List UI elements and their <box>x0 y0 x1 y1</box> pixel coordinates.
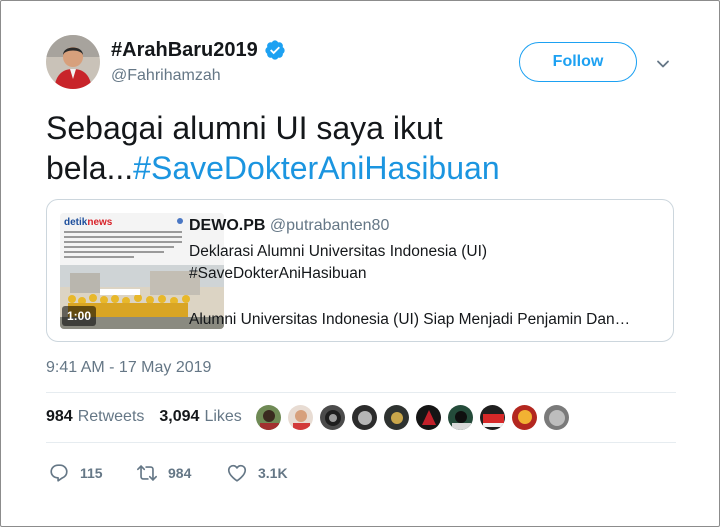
reply-icon <box>50 464 68 482</box>
liker-avatar[interactable] <box>447 404 474 431</box>
avatar[interactable] <box>46 35 100 89</box>
quoted-tweet-header: DEWO.PB @putrabanten80 <box>189 217 389 235</box>
liker-avatar[interactable] <box>511 404 538 431</box>
divider <box>46 442 676 443</box>
retweet-count: 984 <box>168 465 192 481</box>
liker-avatar[interactable] <box>319 404 346 431</box>
liker-avatar[interactable] <box>543 404 570 431</box>
display-name[interactable]: #ArahBaru2019 <box>111 39 258 62</box>
retweet-button[interactable]: 984 <box>136 462 191 484</box>
reply-count: 115 <box>80 465 103 481</box>
video-duration: 1:00 <box>66 309 92 323</box>
quoted-line-2: #SaveDokterAniHasibuan <box>189 265 367 282</box>
likes-label[interactable]: Likes <box>204 408 241 426</box>
quoted-display-name: DEWO.PB <box>189 217 266 234</box>
hashtag-link[interactable]: #SaveDokterAniHasibuan <box>133 150 499 186</box>
like-button[interactable]: 3.1K <box>226 462 288 484</box>
retweets-label[interactable]: Retweets <box>78 408 145 426</box>
likes-count[interactable]: 3,094 <box>159 408 199 426</box>
chevron-down-icon[interactable] <box>655 56 671 72</box>
engagement-stats: 984 Retweets 3,094 Likes <box>46 408 257 426</box>
retweet-icon <box>137 465 157 481</box>
retweets-count[interactable]: 984 <box>46 408 73 426</box>
tweet-timestamp[interactable]: 9:41 AM - 17 May 2019 <box>46 359 211 377</box>
divider <box>46 392 676 393</box>
tweet-text: Sebagai alumni UI saya ikut bela...#Save… <box>46 108 686 188</box>
quoted-tweet-text: Deklarasi Alumni Universitas Indonesia (… <box>189 241 659 331</box>
heart-icon <box>227 464 247 482</box>
liker-avatar[interactable] <box>383 404 410 431</box>
liker-avatar[interactable] <box>287 404 314 431</box>
liker-avatar[interactable] <box>255 404 282 431</box>
reply-button[interactable]: 115 <box>48 462 103 484</box>
liker-avatar[interactable] <box>479 404 506 431</box>
liker-avatar[interactable] <box>351 404 378 431</box>
quoted-line-3: Alumni Universitas Indonesia (UI) Siap M… <box>189 311 631 328</box>
quoted-line-1: Deklarasi Alumni Universitas Indonesia (… <box>189 243 488 260</box>
liker-avatar[interactable] <box>415 404 442 431</box>
svg-text:detiknews: detiknews <box>64 217 113 228</box>
user-handle[interactable]: @Fahrihamzah <box>111 67 221 85</box>
like-count: 3.1K <box>258 465 288 481</box>
quoted-handle: @putrabanten80 <box>269 217 390 234</box>
quoted-tweet[interactable]: detiknews 1:00 DEWO.PB @putrabanten80 De… <box>46 199 674 342</box>
verified-badge-icon <box>265 40 285 60</box>
follow-button[interactable]: Follow <box>519 42 637 82</box>
